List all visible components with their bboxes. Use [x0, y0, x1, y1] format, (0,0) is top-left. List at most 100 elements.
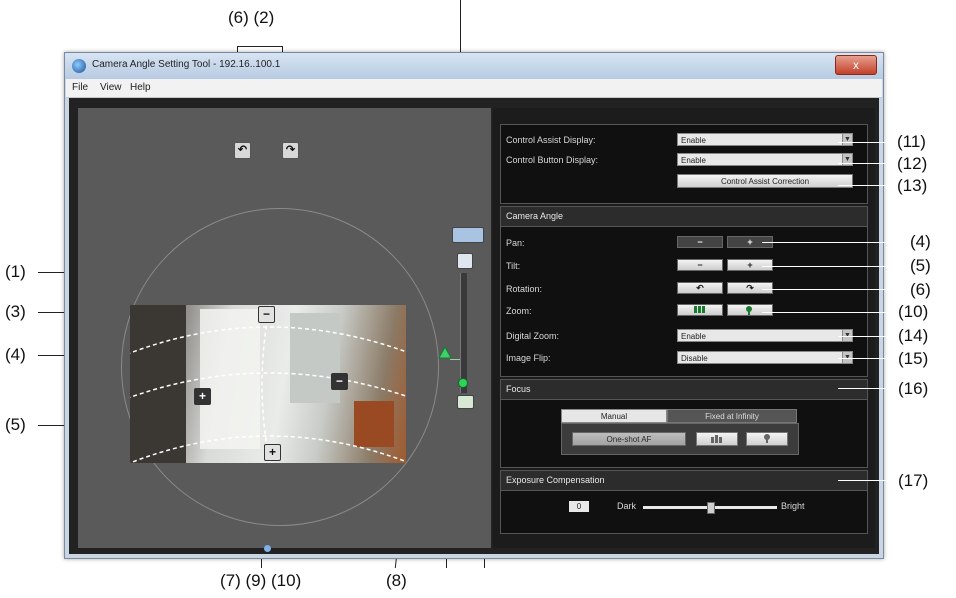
image-flip-label: Image Flip: [506, 353, 551, 363]
focus-controls-box: One-shot AF [561, 423, 799, 455]
control-assist-display-value: Enable [681, 136, 706, 145]
digital-zoom-marker-icon[interactable] [438, 346, 452, 360]
leader-right-6 [762, 289, 907, 290]
control-button-display-label: Control Button Display: [506, 155, 599, 165]
focus-header: Focus [501, 380, 867, 400]
callout-right-6: (6) [910, 280, 931, 299]
callout-right-14: (14) [898, 326, 929, 345]
menu-file[interactable]: File [72, 82, 88, 93]
callout-right-12: (12) [897, 154, 928, 173]
callout-top-6-2: (6) (2) [228, 8, 275, 27]
menu-bar: File View Help [66, 79, 882, 98]
one-shot-af-button[interactable]: One-shot AF [572, 432, 686, 446]
title-bar[interactable]: Camera Angle Setting Tool - 192.16..100.… [65, 53, 883, 79]
tilt-up-small-button[interactable]: − [677, 259, 723, 271]
callout-right-10: (10) [898, 302, 929, 321]
rotate-right-small-button[interactable]: ↷ [727, 282, 773, 294]
focus-title: Focus [506, 384, 531, 394]
client-area: ↶ ↷ − + − + Control Assist Display: Enab… [69, 98, 879, 554]
exposure-value-box: 0 [569, 501, 589, 512]
digital-zoom-select[interactable]: Enable ▼ [677, 329, 853, 342]
exposure-title: Exposure Compensation [506, 475, 605, 485]
zoom-slider-track[interactable] [460, 273, 467, 393]
menu-help[interactable]: Help [130, 82, 151, 93]
pan-left-button[interactable]: + [194, 388, 211, 405]
image-flip-select[interactable]: Disable ▼ [677, 351, 853, 364]
leader-right-16 [838, 388, 895, 389]
pan-right-button[interactable]: − [331, 373, 348, 390]
exposure-slider-thumb[interactable] [707, 502, 715, 514]
callout-left-5: (5) [5, 415, 26, 434]
zoom-tele-icon [746, 306, 752, 315]
callout-left-1: (1) [5, 262, 26, 281]
control-assist-correction-button[interactable]: Control Assist Correction [677, 174, 853, 188]
dropdown-arrow-icon: ▼ [842, 134, 852, 145]
window-title: Camera Angle Setting Tool - 192.16..100.… [92, 59, 281, 70]
leader-right-12 [838, 163, 895, 164]
zoom-tele-icon[interactable] [457, 253, 473, 269]
focus-near-button[interactable] [696, 432, 738, 446]
tilt-label: Tilt: [506, 261, 521, 271]
zoom-wide-icon[interactable] [457, 395, 474, 409]
callout-right-13: (13) [897, 176, 928, 195]
camera-view-area: ↶ ↷ − + − + [78, 108, 491, 552]
leader-right-14 [838, 336, 895, 337]
callout-bottom-8: (8) [386, 571, 407, 590]
camera-angle-title: Camera Angle [506, 211, 564, 221]
pan-left-small-button[interactable]: − [677, 236, 723, 248]
callout-bracket-top [237, 46, 282, 47]
leader-right-15 [838, 358, 895, 359]
leader-right-17 [838, 480, 895, 481]
callout-left-3: (3) [5, 302, 26, 321]
leader-right-11 [838, 142, 895, 143]
zoom-slider-handle[interactable] [458, 378, 468, 388]
callout-right-11: (11) [897, 132, 926, 151]
rotation-label: Rotation: [506, 284, 543, 294]
exposure-header: Exposure Compensation [501, 471, 867, 491]
exposure-bright-label: Bright [781, 501, 805, 511]
callout-bottom-7-9-10: (7) (9) (10) [220, 571, 302, 590]
focus-tab-fixed-infinity[interactable]: Fixed at Infinity [667, 409, 797, 423]
close-button[interactable]: x [835, 55, 877, 75]
callout-right-5: (5) [910, 256, 931, 275]
leader-right-4 [762, 242, 907, 243]
leader-right-13 [838, 185, 895, 186]
tilt-down-button[interactable]: + [264, 444, 281, 461]
control-assist-toggle-icon[interactable] [452, 227, 484, 243]
focus-far-button[interactable] [746, 432, 788, 446]
digital-zoom-label: Digital Zoom: [506, 331, 560, 341]
zoom-label: Zoom: [506, 306, 532, 316]
zoom-tele-small-button[interactable] [727, 304, 773, 316]
tilt-up-button[interactable]: − [258, 306, 275, 323]
pan-label: Pan: [506, 238, 525, 248]
callout-left-4: (4) [5, 345, 26, 364]
camera-image[interactable] [130, 305, 406, 463]
control-button-display-select[interactable]: Enable ▼ [677, 153, 853, 166]
camera-app-icon [72, 59, 86, 73]
display-settings-section: Control Assist Display: Enable ▼ Control… [500, 124, 868, 204]
control-assist-display-label: Control Assist Display: [506, 135, 596, 145]
zoom-wide-small-button[interactable] [677, 304, 723, 316]
rotate-right-button[interactable]: ↷ [282, 142, 299, 159]
focus-near-icon [711, 435, 722, 443]
rotate-left-button[interactable]: ↶ [234, 142, 251, 159]
settings-panel: Control Assist Display: Enable ▼ Control… [493, 108, 875, 548]
control-button-display-value: Enable [681, 156, 706, 165]
leader-right-5 [762, 266, 907, 267]
callout-right-15: (15) [898, 349, 929, 368]
focus-far-icon [764, 434, 770, 443]
callout-right-17: (17) [898, 471, 929, 490]
tilt-down-small-button[interactable]: + [727, 259, 773, 271]
exposure-section: Exposure Compensation 0 Dark Bright [500, 470, 868, 534]
rotation-handle[interactable] [264, 545, 271, 552]
camera-angle-section: Camera Angle Pan: − + Tilt: − + Rotation… [500, 206, 868, 377]
zoom-wide-icon [694, 306, 705, 313]
control-assist-display-select[interactable]: Enable ▼ [677, 133, 853, 146]
control-assist-arcs [130, 305, 406, 463]
image-flip-value: Disable [681, 354, 708, 363]
menu-view[interactable]: View [100, 82, 122, 93]
rotate-left-small-button[interactable]: ↶ [677, 282, 723, 294]
focus-tab-manual[interactable]: Manual [561, 409, 667, 423]
exposure-dark-label: Dark [617, 501, 637, 511]
callout-right-4: (4) [910, 232, 931, 251]
